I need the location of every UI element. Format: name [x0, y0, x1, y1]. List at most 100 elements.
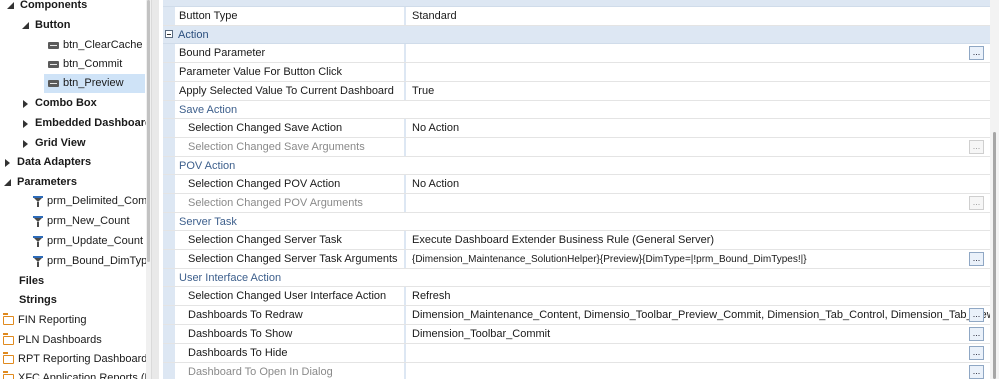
property-value[interactable]: ...	[406, 44, 990, 62]
property-value[interactable]: ...	[406, 138, 990, 156]
property-row-sel-changed-pov-action[interactable]: Selection Changed POV Action No Action	[163, 175, 990, 194]
property-name: Selection Changed Save Action	[175, 119, 406, 137]
ellipsis-button[interactable]: ...	[969, 346, 984, 360]
property-row-dashboards-show[interactable]: Dashboards To Show Dimension_Toolbar_Com…	[163, 325, 990, 344]
tree-node-pln-dashboards[interactable]: PLN Dashboards	[2, 331, 102, 350]
tree-node-button[interactable]: Button	[21, 16, 70, 35]
tree-label: Grid View	[35, 137, 86, 149]
ellipsis-button[interactable]: ...	[969, 46, 984, 60]
property-value[interactable]: True	[406, 82, 990, 100]
tree-node-combo-box[interactable]: Combo Box	[21, 94, 97, 113]
property-value[interactable]: Dimension_Maintenance_Content, Dimensio_…	[406, 306, 990, 324]
tree-label: Embedded Dashboard	[35, 117, 146, 129]
tree-node-parameters[interactable]: Parameters	[3, 173, 77, 192]
ellipsis-button[interactable]: ...	[969, 327, 984, 341]
category-action[interactable]: Action	[163, 26, 990, 44]
tree-node-data-adapters[interactable]: Data Adapters	[3, 153, 91, 172]
tree-scrollbar-thumb[interactable]	[147, 0, 150, 262]
property-value[interactable]: ...	[406, 344, 990, 362]
grid-scrollbar-thumb[interactable]	[993, 132, 996, 379]
ellipsis-button[interactable]: ...	[969, 252, 984, 266]
property-value[interactable]: Execute Dashboard Extender Business Rule…	[406, 231, 990, 249]
property-value[interactable]	[406, 63, 990, 81]
ellipsis-button[interactable]: ...	[969, 365, 984, 379]
property-row-sel-changed-server-args[interactable]: Selection Changed Server Task Arguments …	[163, 250, 990, 269]
parameter-icon	[33, 236, 43, 247]
property-row-button-type[interactable]: Button Type Standard	[163, 7, 990, 26]
tree-node-prm-update-count[interactable]: prm_Update_Count	[33, 232, 143, 251]
property-name: Dashboards To Show	[175, 325, 406, 343]
collapsed-arrow-icon[interactable]	[21, 99, 31, 109]
tree-node-fin-reporting[interactable]: FIN Reporting	[2, 311, 86, 330]
parameter-icon	[33, 256, 43, 267]
property-value[interactable]: {Dimension_Maintenance_SolutionHelper}{P…	[406, 250, 990, 268]
folder-icon	[2, 333, 14, 345]
property-value[interactable]: ...	[406, 194, 990, 212]
property-value[interactable]: Standard	[406, 7, 990, 25]
tree-node-prm-bound-dimtype[interactable]: prm_Bound_DimType:	[33, 252, 146, 271]
expanded-arrow-icon[interactable]	[6, 1, 16, 11]
property-row-dashboards-hide[interactable]: Dashboards To Hide ...	[163, 344, 990, 363]
panel-splitter[interactable]	[151, 0, 159, 379]
property-row-sel-changed-ui-action[interactable]: Selection Changed User Interface Action …	[163, 287, 990, 306]
tree-label: prm_Update_Count	[47, 235, 144, 247]
property-row-sel-changed-save-action[interactable]: Selection Changed Save Action No Action	[163, 119, 990, 138]
group-save-action: Save Action	[163, 101, 990, 119]
tree-label: btn_Preview	[63, 77, 124, 89]
property-row-sel-changed-pov-args[interactable]: Selection Changed POV Arguments ...	[163, 194, 990, 213]
property-name: Selection Changed User Interface Action	[175, 287, 406, 305]
collapsed-arrow-icon[interactable]	[21, 139, 31, 149]
tree-node-btn-preview[interactable]: btn_Preview	[44, 74, 145, 93]
grid-scrollbar[interactable]	[990, 0, 999, 379]
property-value[interactable]: Refresh	[406, 287, 990, 305]
property-row-param-value-click[interactable]: Parameter Value For Button Click	[163, 63, 990, 82]
property-row-sel-changed-save-args[interactable]: Selection Changed Save Arguments ...	[163, 138, 990, 157]
ellipsis-button[interactable]: ...	[969, 196, 984, 210]
tree-node-embedded-dashboard[interactable]: Embedded Dashboard	[21, 114, 146, 133]
tree-node-grid-view[interactable]: Grid View	[21, 134, 86, 153]
property-value[interactable]: No Action	[406, 175, 990, 193]
expanded-arrow-icon[interactable]	[3, 178, 13, 188]
property-row-dashboards-redraw[interactable]: Dashboards To Redraw Dimension_Maintenan…	[163, 306, 990, 325]
property-name: Dashboards To Redraw	[175, 306, 406, 324]
tree-node-btn-clearcache[interactable]: btn_ClearCache	[48, 36, 143, 55]
tree-label: PLN Dashboards	[18, 334, 102, 346]
folder-icon	[2, 371, 14, 379]
tree-label: prm_New_Count	[47, 215, 130, 227]
property-row-sel-changed-server-task[interactable]: Selection Changed Server Task Execute Da…	[163, 231, 990, 250]
property-name: Apply Selected Value To Current Dashboar…	[175, 82, 406, 100]
property-name: Selection Changed Server Task Arguments	[175, 250, 406, 268]
ellipsis-button[interactable]: ...	[969, 308, 984, 322]
property-name: Selection Changed POV Action	[175, 175, 406, 193]
property-row-dashboard-dialog[interactable]: Dashboard To Open In Dialog ...	[163, 363, 990, 379]
tree-node-files[interactable]: Files	[19, 272, 44, 291]
button-component-icon	[48, 42, 59, 49]
property-value[interactable]: No Action	[406, 119, 990, 137]
collapsed-arrow-icon[interactable]	[21, 119, 31, 129]
tree-label: RPT Reporting Dashboards	[18, 353, 146, 365]
category-header-partial	[163, 0, 990, 7]
group-server-task: Server Task	[163, 213, 990, 231]
property-value[interactable]: Dimension_Toolbar_Commit...	[406, 325, 990, 343]
property-row-apply-selected[interactable]: Apply Selected Value To Current Dashboar…	[163, 82, 990, 101]
tree-node-prm-delimited[interactable]: prm_Delimited_Comm	[33, 192, 146, 211]
tree-label: btn_ClearCache	[63, 39, 143, 51]
button-component-icon	[48, 61, 59, 68]
tree-node-prm-new-count[interactable]: prm_New_Count	[33, 212, 130, 231]
tree-node-btn-commit[interactable]: btn_Commit	[48, 55, 122, 74]
property-row-bound-parameter[interactable]: Bound Parameter ...	[163, 44, 990, 63]
tree-node-components[interactable]: Components	[6, 0, 87, 15]
tree-label: Components	[20, 0, 88, 11]
tree-node-strings[interactable]: Strings	[19, 291, 57, 310]
property-name: Dashboard To Open In Dialog	[175, 363, 406, 379]
tree-label: Data Adapters	[17, 156, 92, 168]
tree-label: prm_Bound_DimType:	[47, 255, 146, 267]
group-label: Save Action	[179, 104, 238, 116]
tree-node-rpt-reporting[interactable]: RPT Reporting Dashboards	[2, 350, 146, 369]
collapsed-arrow-icon[interactable]	[3, 158, 13, 168]
tree-node-xfc-reports[interactable]: XFC Application Reports (RP	[2, 369, 146, 379]
property-value[interactable]: ...	[406, 363, 990, 379]
expanded-arrow-icon[interactable]	[21, 21, 31, 31]
collapse-icon[interactable]	[165, 30, 173, 38]
ellipsis-button[interactable]: ...	[969, 140, 984, 154]
